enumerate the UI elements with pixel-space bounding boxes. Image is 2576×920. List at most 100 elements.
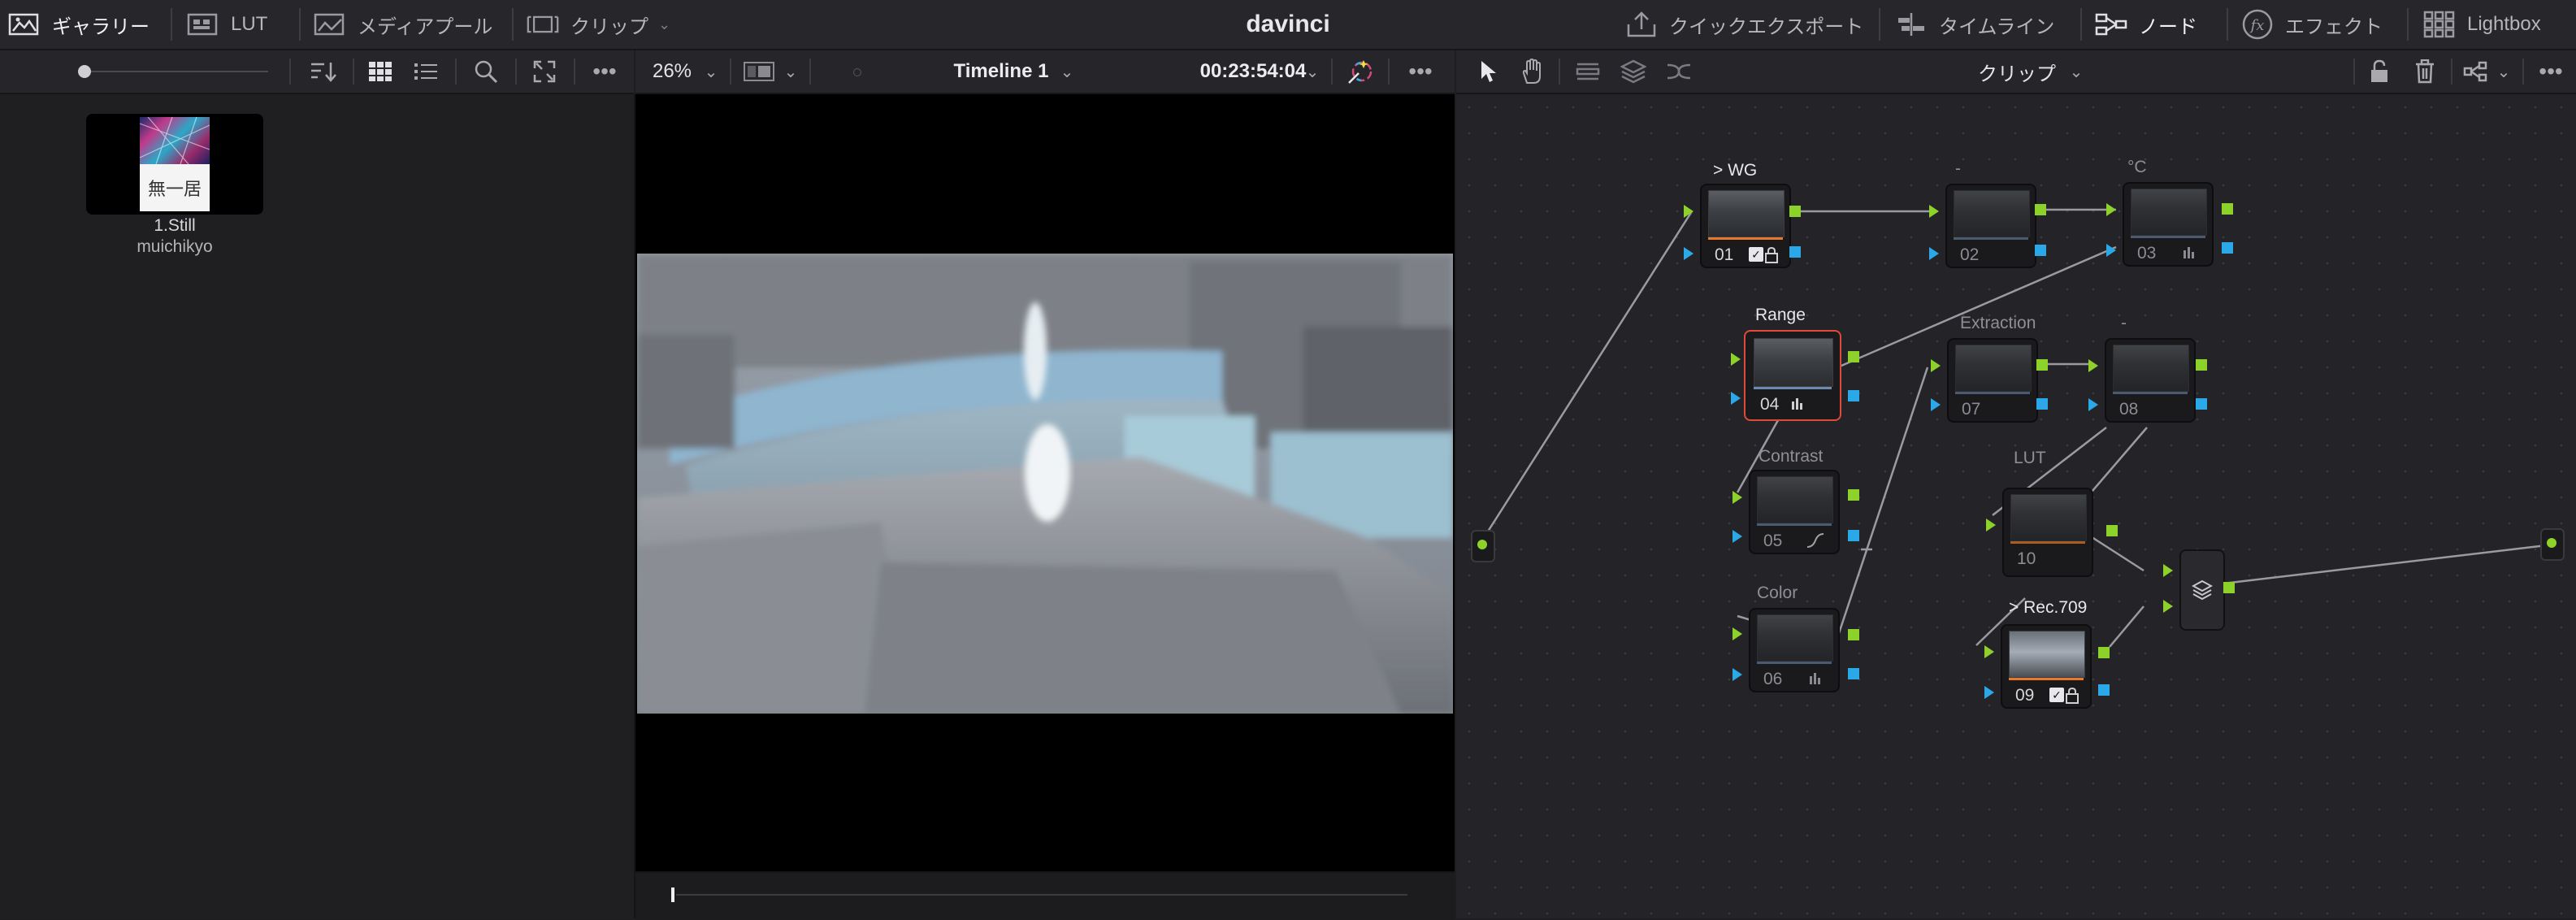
- mixer-input-1[interactable]: [2163, 564, 2173, 577]
- layer-mixer-node[interactable]: [2179, 549, 2225, 631]
- source-output-port[interactable]: [1477, 540, 1487, 549]
- timecode-chevron-down-icon[interactable]: ⌄: [1300, 50, 1325, 93]
- node-06-rgb-output[interactable]: [1848, 629, 1859, 640]
- node-08[interactable]: 08: [2105, 338, 2196, 423]
- node-10[interactable]: 10: [2002, 488, 2093, 577]
- viewer-frame-image[interactable]: [637, 254, 1453, 714]
- node-03[interactable]: 03: [2123, 182, 2214, 267]
- nav-clips[interactable]: クリップ ⌄: [527, 0, 670, 49]
- nav-media-pool[interactable]: メディアプール: [314, 0, 492, 49]
- node-04-rgb-input[interactable]: [1731, 353, 1741, 366]
- zoom-chevron-down-icon[interactable]: ⌄: [699, 50, 723, 93]
- viewer-more-button[interactable]: •••: [1396, 50, 1445, 93]
- splitter-button[interactable]: [1661, 50, 1697, 93]
- scrubber-track[interactable]: [676, 894, 1407, 896]
- node-more-button[interactable]: •••: [2527, 50, 2574, 93]
- node-06[interactable]: 06: [1749, 608, 1840, 692]
- hand-tool-button[interactable]: [1515, 50, 1550, 93]
- viewer-mode-button[interactable]: [738, 50, 780, 93]
- timeline-chevron-down-icon[interactable]: ⌄: [1055, 50, 1079, 93]
- node-05[interactable]: 05: [1749, 470, 1840, 554]
- node-02-alpha-input[interactable]: [1929, 247, 1939, 260]
- node-07-alpha-output[interactable]: [2036, 398, 2048, 410]
- node-08-rgb-output[interactable]: [2196, 359, 2207, 371]
- node-07-rgb-input[interactable]: [1931, 359, 1941, 372]
- node-02-rgb-input[interactable]: [1929, 205, 1939, 218]
- node-03-rgb-output[interactable]: [2222, 203, 2233, 215]
- node-mode-selector[interactable]: クリップ: [1960, 50, 2074, 93]
- more-options-button[interactable]: •••: [580, 50, 629, 93]
- unlock-button[interactable]: [2361, 50, 2397, 93]
- nav-effects[interactable]: fx エフェクト: [2241, 0, 2383, 49]
- sort-button[interactable]: [301, 50, 346, 93]
- node-10-rgb-input[interactable]: [1986, 519, 1996, 532]
- node-04-alpha-output[interactable]: [1848, 390, 1859, 401]
- node-08-alpha-input[interactable]: [2088, 398, 2098, 411]
- node-10-rgb-output[interactable]: [2106, 525, 2118, 536]
- source-input[interactable]: [1471, 530, 1495, 562]
- node-09[interactable]: 09 ✓: [2001, 624, 2092, 709]
- nav-timeline[interactable]: タイムライン: [1895, 0, 2054, 49]
- node-01-rgb-output[interactable]: [1789, 206, 1801, 217]
- node-05-rgb-output[interactable]: [1848, 489, 1859, 501]
- node-06-alpha-input[interactable]: [1733, 668, 1742, 681]
- mixer-input-2[interactable]: [2163, 600, 2173, 613]
- output-input-port[interactable]: [2547, 538, 2556, 548]
- list-view-button[interactable]: [403, 50, 449, 93]
- node-02[interactable]: 02: [1945, 184, 2036, 268]
- nav-lut[interactable]: LUT: [187, 0, 267, 49]
- node-07[interactable]: 07: [1947, 338, 2038, 423]
- thumbnail-size-slider-handle[interactable]: [78, 65, 91, 78]
- node-04-selected[interactable]: 04: [1744, 330, 1841, 421]
- node-01-rgb-input[interactable]: [1684, 205, 1693, 218]
- serial-layer-button[interactable]: [1570, 50, 1606, 93]
- nav-quick-export[interactable]: クイックエクスポート: [1625, 0, 1863, 49]
- node-05-rgb-input[interactable]: [1733, 491, 1742, 504]
- node-05-alpha-input[interactable]: [1733, 530, 1742, 543]
- node-08-alpha-output[interactable]: [2196, 398, 2207, 410]
- search-button[interactable]: [463, 50, 509, 93]
- node-06-alpha-output[interactable]: [1848, 668, 1859, 679]
- grid-view-button[interactable]: [358, 50, 403, 93]
- nav-lightbox[interactable]: Lightbox: [2423, 0, 2541, 49]
- node-09-rgb-output[interactable]: [2098, 647, 2110, 658]
- nav-nodes[interactable]: ノード: [2095, 0, 2197, 49]
- node-graph-button[interactable]: [2457, 50, 2493, 93]
- node-01-alpha-output[interactable]: [1789, 246, 1801, 258]
- playhead[interactable]: [671, 887, 674, 902]
- nav-gallery[interactable]: ギャラリー: [8, 0, 150, 49]
- still-thumbnail[interactable]: 無一居: [86, 114, 263, 215]
- thumbnail-size-slider-track[interactable]: [81, 71, 268, 72]
- timeline-name[interactable]: Timeline 1: [944, 50, 1058, 93]
- expand-button[interactable]: [522, 50, 567, 93]
- node-03-alpha-output[interactable]: [2222, 242, 2233, 254]
- layer-button[interactable]: [1615, 50, 1651, 93]
- node-editor-canvas[interactable]: > WG 01 ✓ - 02 °C 03 Range 04 Contrast 0…: [1456, 94, 2576, 918]
- node-graph-chevron-down-icon[interactable]: ⌄: [2491, 50, 2516, 93]
- viewer-mode-chevron-down-icon[interactable]: ⌄: [778, 50, 803, 93]
- node-04-alpha-input[interactable]: [1731, 392, 1741, 405]
- node-01[interactable]: 01 ✓: [1700, 184, 1791, 268]
- node-thumbnail: [2131, 189, 2207, 236]
- mixer-output[interactable]: [2223, 582, 2235, 593]
- node-07-alpha-input[interactable]: [1931, 398, 1941, 411]
- node-09-rgb-input[interactable]: [1984, 645, 1994, 658]
- zoom-level[interactable]: 26%: [644, 50, 700, 93]
- delete-button[interactable]: [2407, 50, 2443, 93]
- color-effects-button[interactable]: [1339, 50, 1381, 93]
- node-09-alpha-input[interactable]: [1984, 686, 1994, 699]
- output-node[interactable]: [2540, 528, 2565, 561]
- node-mode-chevron-down-icon[interactable]: ⌄: [2064, 50, 2088, 93]
- node-01-alpha-input[interactable]: [1684, 247, 1693, 260]
- node-03-rgb-input[interactable]: [2106, 203, 2116, 216]
- node-03-alpha-input[interactable]: [2106, 244, 2116, 257]
- pointer-tool-button[interactable]: [1471, 50, 1507, 93]
- node-08-rgb-input[interactable]: [2088, 359, 2098, 372]
- node-06-rgb-input[interactable]: [1733, 627, 1742, 640]
- node-07-rgb-output[interactable]: [2036, 359, 2048, 371]
- node-05-alpha-output[interactable]: [1848, 530, 1859, 541]
- node-09-alpha-output[interactable]: [2098, 684, 2110, 696]
- node-02-alpha-output[interactable]: [2035, 245, 2046, 256]
- node-02-rgb-output[interactable]: [2035, 204, 2046, 215]
- node-04-rgb-output[interactable]: [1848, 351, 1859, 362]
